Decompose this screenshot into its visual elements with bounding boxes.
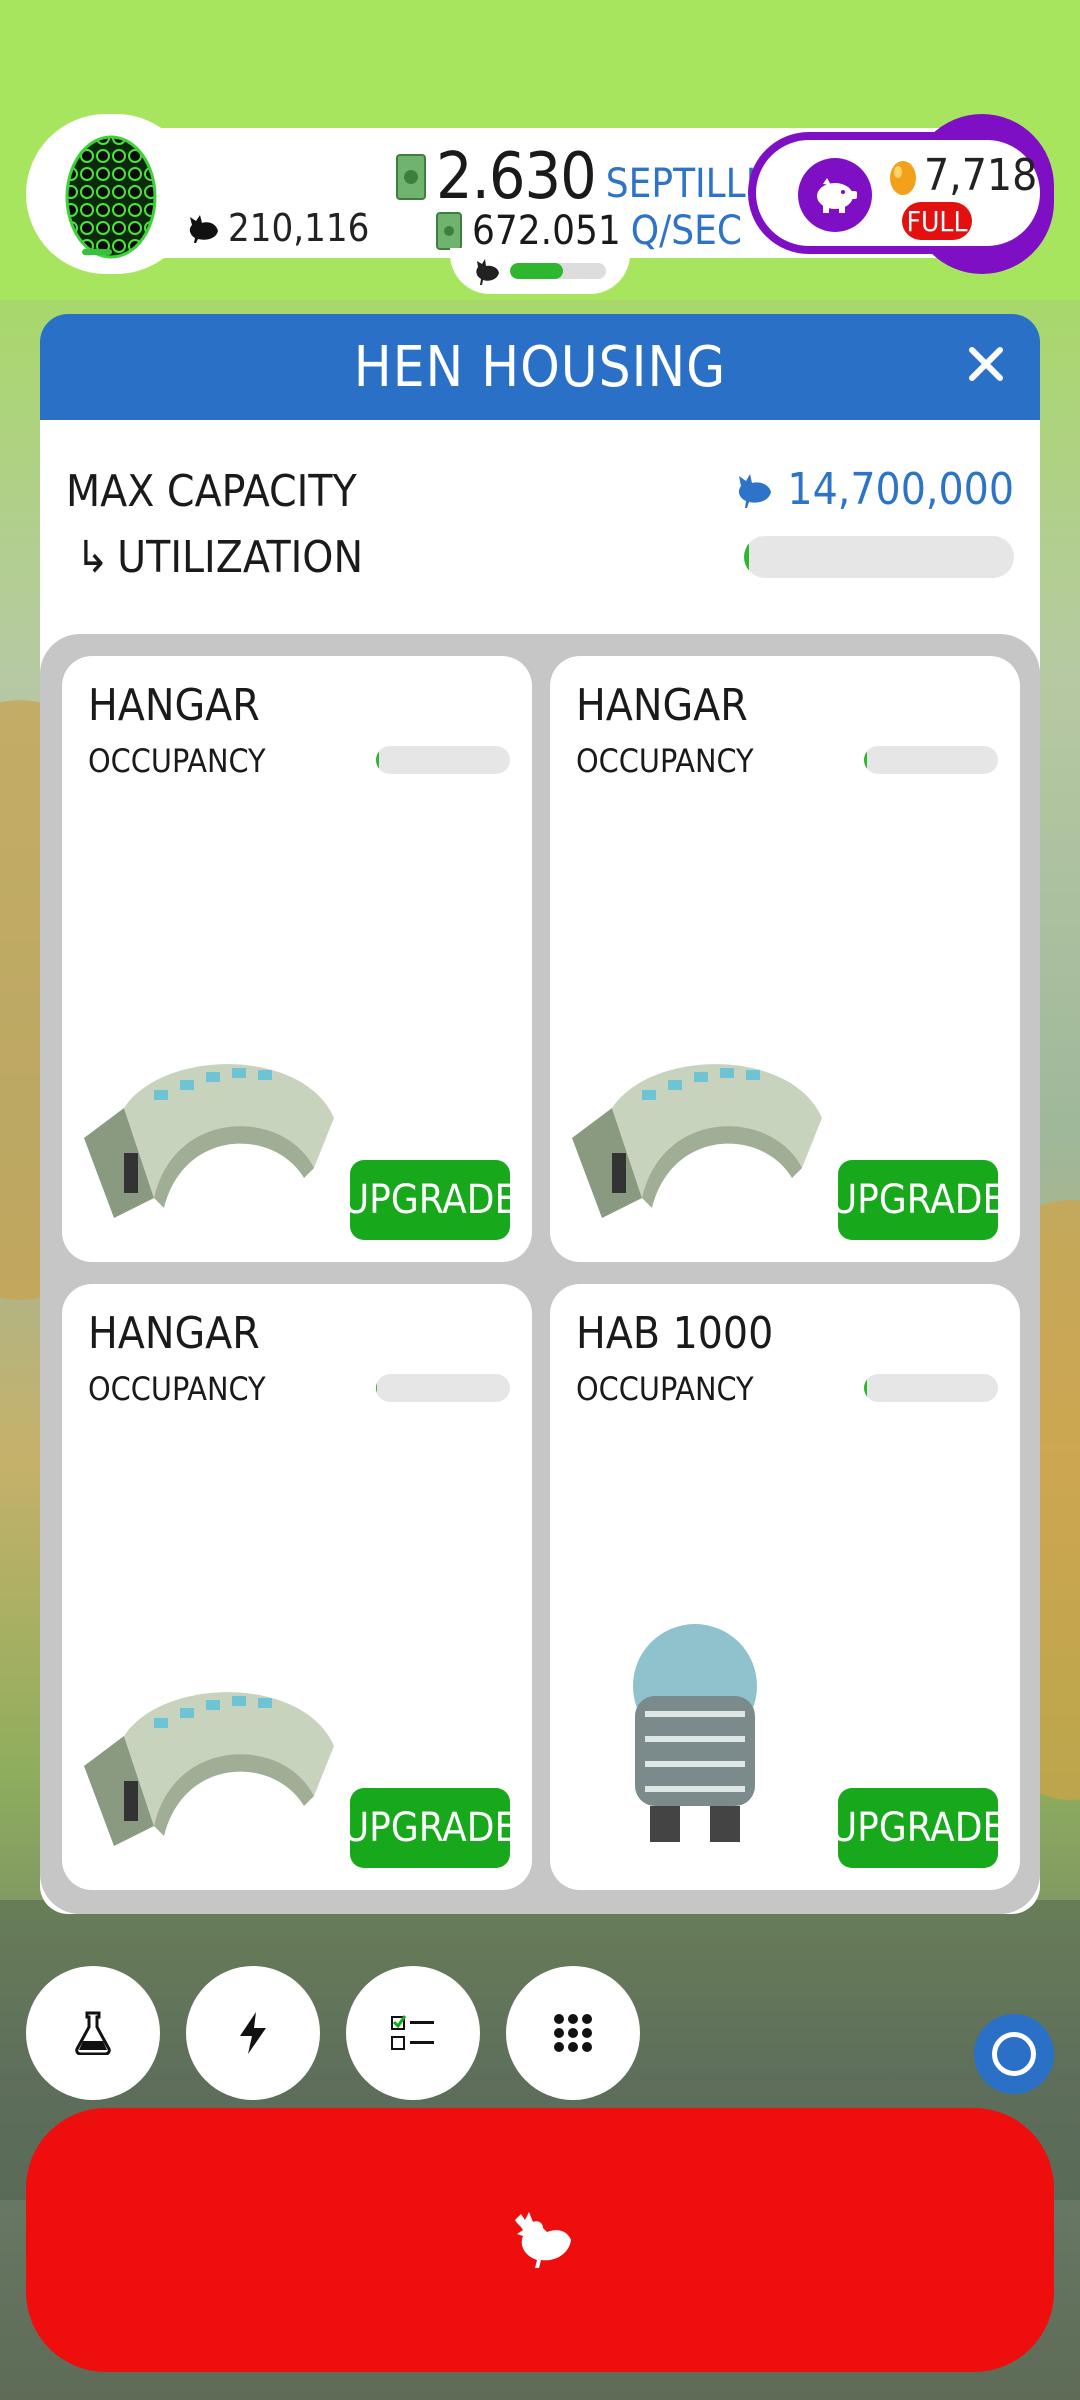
sub-arrow-icon: ↳ [76, 532, 110, 583]
occupancy-label: OCCUPANCY [88, 742, 266, 780]
hab-card: HANGAR OCCUPANCY UPGRADE [550, 656, 1020, 1262]
utilization-bar [744, 536, 1014, 578]
hab-1000-icon [620, 1616, 770, 1850]
max-capacity-label: MAX CAPACITY [66, 466, 357, 517]
occupancy-label: OCCUPANCY [576, 742, 754, 780]
hab-name: HANGAR [576, 680, 748, 731]
occupancy-fill [376, 1374, 378, 1402]
hab-card: HANGAR OCCUPANCY UPGRADE [62, 656, 532, 1262]
golden-egg-icon [890, 160, 916, 195]
dark-matter-egg-icon [65, 135, 157, 259]
utilization-fill [744, 536, 750, 578]
checklist-icon [391, 2015, 434, 2050]
boost-button[interactable] [186, 1966, 320, 2100]
menu-button[interactable] [506, 1966, 640, 2100]
egg-underline [82, 249, 112, 255]
hangar-icon [84, 1676, 334, 1850]
top-hud: 210,116 2.630 SEPTILLION 672.051 Q/SEC 7… [26, 114, 1054, 294]
hangar-icon [572, 1048, 822, 1222]
hangar-icon [84, 1048, 334, 1222]
golden-egg-value: 7,718 [924, 150, 1038, 201]
dialog-header: HEN HOUSING [40, 314, 1040, 420]
full-badge: FULL [902, 202, 972, 240]
research-button[interactable] [26, 1966, 160, 2100]
missions-button[interactable] [346, 1966, 480, 2100]
occupancy-fill [864, 1374, 867, 1402]
max-capacity: 14,700,000 [735, 464, 1014, 515]
dialog-title: HEN HOUSING [353, 334, 727, 400]
occupancy-bar [376, 1374, 510, 1402]
upgrade-button[interactable]: UPGRADE [343, 1160, 517, 1240]
farm-progress-tab[interactable] [450, 248, 630, 294]
piggy-bank-icon [817, 178, 857, 213]
upgrade-button[interactable]: UPGRADE [831, 1788, 1005, 1868]
chicken-icon [189, 215, 218, 243]
occupancy-bar [864, 1374, 998, 1402]
chicken-icon [515, 2212, 571, 2268]
farm-progress-bar [510, 263, 606, 279]
hatch-chicken-button[interactable] [26, 2108, 1054, 2372]
hab-name: HANGAR [88, 680, 260, 731]
hen-housing-dialog: HEN HOUSING MAX CAPACITY 14,700,000 ↳ UT… [40, 314, 1040, 1914]
close-button[interactable] [962, 342, 1010, 390]
upgrade-button[interactable]: UPGRADE [343, 1788, 517, 1868]
assistant-button[interactable] [974, 2014, 1054, 2094]
occupancy-label: OCCUPANCY [576, 1370, 754, 1408]
occupancy-bar [376, 746, 510, 774]
utilization-label: UTILIZATION [117, 532, 364, 583]
cash-rate-icon [436, 212, 462, 250]
cash-icon [396, 154, 426, 200]
cash-rate-unit: Q/SEC [630, 208, 742, 254]
occupancy-label: OCCUPANCY [88, 1370, 266, 1408]
flask-icon [75, 2011, 111, 2055]
piggy-bank-button[interactable] [798, 158, 872, 232]
occupancy-fill [376, 746, 379, 774]
cash-total-value: 2.630 [436, 140, 597, 214]
hen-count-value: 210,116 [228, 206, 370, 250]
max-capacity-value: 14,700,000 [787, 464, 1014, 515]
hab-grid: HANGAR OCCUPANCY UPGRADE HANGAR OCCUPANC… [40, 634, 1040, 1914]
hab-card: HANGAR OCCUPANCY UPGRADE [62, 1284, 532, 1890]
dialog-body: MAX CAPACITY 14,700,000 ↳ UTILIZATION HA… [40, 420, 1040, 1914]
lightning-icon [240, 2012, 266, 2054]
hen-count: 210,116 [186, 206, 369, 250]
farm-progress-fill [510, 263, 563, 279]
circle-icon [992, 2032, 1036, 2076]
upgrade-button[interactable]: UPGRADE [831, 1160, 1005, 1240]
occupancy-fill [864, 746, 867, 774]
hab-name: HAB 1000 [576, 1308, 774, 1359]
grid-icon [554, 2014, 592, 2052]
utilization-label-row: ↳ UTILIZATION [76, 532, 363, 583]
occupancy-bar [864, 746, 998, 774]
golden-egg-count: 7,718 [888, 150, 1037, 201]
current-egg-button[interactable] [26, 114, 196, 274]
hab-name: HANGAR [88, 1308, 260, 1359]
hab-card: HAB 1000 OCCUPANCY UPGRADE [550, 1284, 1020, 1890]
close-icon [969, 347, 1003, 381]
hen-progress-icon [476, 259, 499, 285]
chicken-icon [739, 473, 772, 508]
